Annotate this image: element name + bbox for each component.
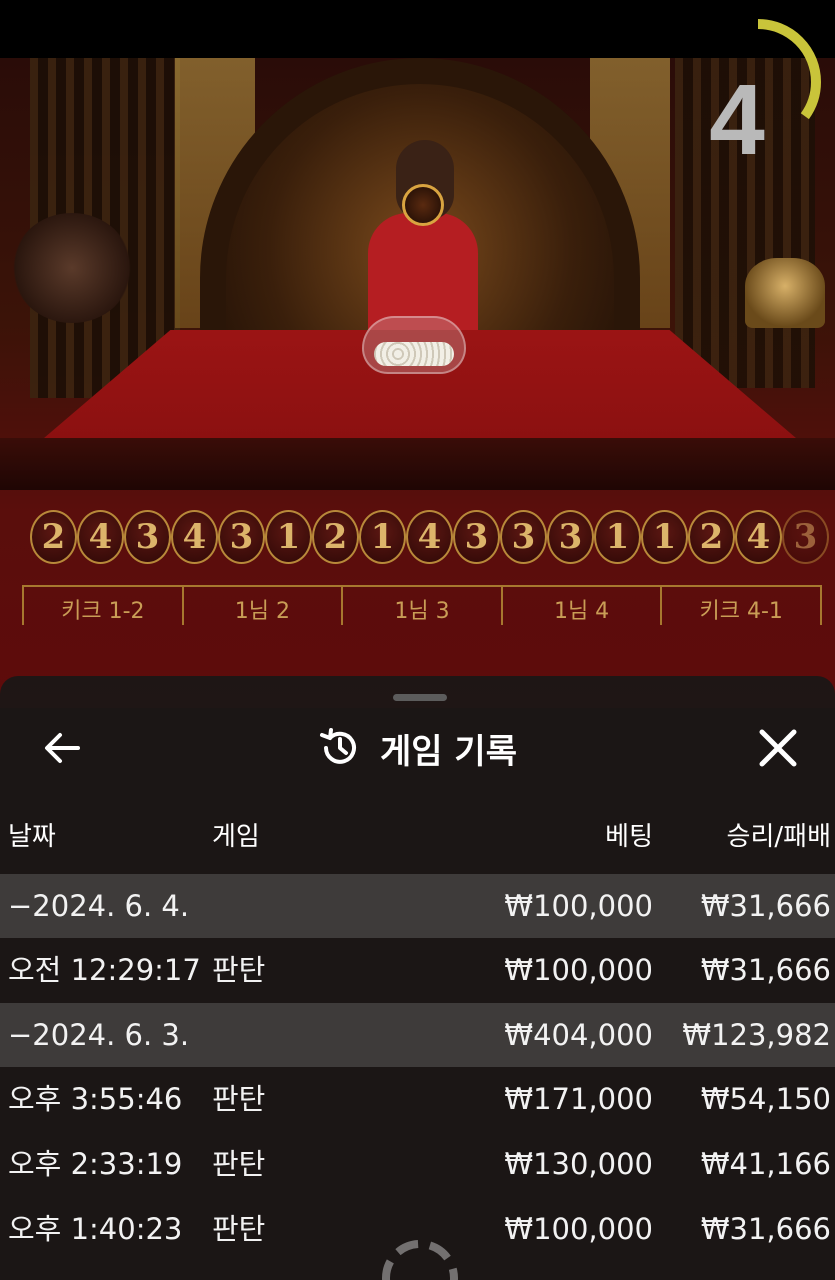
countdown-timer-value: 4 bbox=[709, 64, 765, 176]
header-date: 날짜 bbox=[8, 822, 56, 852]
header-game: 게임 bbox=[212, 822, 260, 852]
bead-road-item: 2 bbox=[312, 510, 359, 564]
table-row[interactable]: 오전 12:29:17 판탄 ₩100,000 ₩31,666 bbox=[0, 938, 835, 1003]
row-date: 오후 1:40:23 bbox=[8, 1212, 183, 1246]
bead-road-item: 4 bbox=[735, 510, 782, 564]
loading-spinner-icon bbox=[382, 1240, 458, 1280]
bead-road-item: 2 bbox=[688, 510, 735, 564]
bead-road-item: 3 bbox=[547, 510, 594, 564]
close-icon[interactable] bbox=[752, 722, 804, 774]
bet-option[interactable]: 1님 3 bbox=[343, 587, 503, 625]
game-history-sheet: 게임 기록 날짜 게임 베팅 승리/패배 −2024. 6. 4. ₩100,00… bbox=[0, 676, 835, 1280]
row-game: 판탄 bbox=[212, 1212, 266, 1246]
game-table-rim bbox=[0, 438, 835, 490]
row-date: 오전 12:29:17 bbox=[8, 953, 201, 987]
bead-road-item: 1 bbox=[359, 510, 406, 564]
bet-options-row: 키크 1-2 1님 2 1님 3 1님 4 키크 4-1 bbox=[22, 585, 822, 625]
header-win-loss: 승리/패배 bbox=[726, 822, 831, 852]
bead-road-item: 1 bbox=[641, 510, 688, 564]
row-bet: ₩130,000 bbox=[504, 1147, 653, 1181]
bet-option[interactable]: 1님 4 bbox=[503, 587, 663, 625]
bet-option[interactable]: 키크 1-2 bbox=[24, 587, 184, 625]
bead-road-item: 1 bbox=[594, 510, 641, 564]
row-game: 판탄 bbox=[212, 1147, 266, 1181]
bet-option[interactable]: 1님 2 bbox=[184, 587, 344, 625]
bead-road-item: 3 bbox=[453, 510, 500, 564]
bead-road-history: 24343121433311243 bbox=[30, 510, 829, 564]
table-header: 날짜 게임 베팅 승리/패배 bbox=[0, 816, 835, 866]
row-bet: ₩100,000 bbox=[504, 953, 653, 987]
date-group-row[interactable]: −2024. 6. 4. ₩100,000 ₩31,666 bbox=[0, 874, 835, 938]
white-beads bbox=[374, 342, 454, 366]
history-table-body: −2024. 6. 4. ₩100,000 ₩31,666 오전 12:29:17 판탄… bbox=[0, 874, 835, 1262]
header-bet: 베팅 bbox=[605, 822, 653, 852]
table-row[interactable]: 오후 2:33:19 판탄 ₩130,000 ₩41,166 bbox=[0, 1132, 835, 1197]
bead-road-item: 4 bbox=[406, 510, 453, 564]
row-win-loss: ₩123,982 bbox=[682, 1018, 831, 1052]
row-date: 오후 2:33:19 bbox=[8, 1147, 183, 1181]
row-game: 판탄 bbox=[212, 1082, 266, 1116]
bead-road-item: 2 bbox=[30, 510, 77, 564]
bead-road-item: 3 bbox=[782, 510, 829, 564]
row-win-loss: ₩31,666 bbox=[700, 1212, 831, 1246]
bead-road-item: 3 bbox=[218, 510, 265, 564]
date-group-row[interactable]: −2024. 6. 3. ₩404,000 ₩123,982 bbox=[0, 1003, 835, 1067]
dragon-statue bbox=[745, 258, 825, 328]
row-win-loss: ₩31,666 bbox=[700, 953, 831, 987]
sheet-header: 게임 기록 bbox=[0, 720, 835, 776]
bead-road-item: 4 bbox=[171, 510, 218, 564]
history-icon bbox=[320, 728, 356, 764]
row-date: −2024. 6. 3. bbox=[8, 1018, 190, 1052]
row-bet: ₩404,000 bbox=[504, 1018, 653, 1052]
bead-road-item: 1 bbox=[265, 510, 312, 564]
bonsai-plant bbox=[12, 213, 132, 323]
row-date: 오후 3:55:46 bbox=[8, 1082, 183, 1116]
row-win-loss: ₩54,150 bbox=[700, 1082, 831, 1116]
row-date: −2024. 6. 4. bbox=[8, 889, 190, 923]
table-row[interactable]: 오후 3:55:46 판탄 ₩171,000 ₩54,150 bbox=[0, 1067, 835, 1132]
bead-road-item: 3 bbox=[500, 510, 547, 564]
row-bet: ₩100,000 bbox=[504, 1212, 653, 1246]
bet-option[interactable]: 키크 4-1 bbox=[662, 587, 820, 625]
gong-icon bbox=[402, 184, 444, 226]
row-game: 판탄 bbox=[212, 953, 266, 987]
row-bet: ₩100,000 bbox=[504, 889, 653, 923]
bead-road-item: 4 bbox=[77, 510, 124, 564]
row-win-loss: ₩31,666 bbox=[700, 889, 831, 923]
sheet-drag-handle[interactable] bbox=[393, 694, 447, 701]
sheet-title: 게임 기록 bbox=[380, 731, 517, 772]
row-win-loss: ₩41,166 bbox=[700, 1147, 831, 1181]
bead-road-item: 3 bbox=[124, 510, 171, 564]
row-bet: ₩171,000 bbox=[504, 1082, 653, 1116]
